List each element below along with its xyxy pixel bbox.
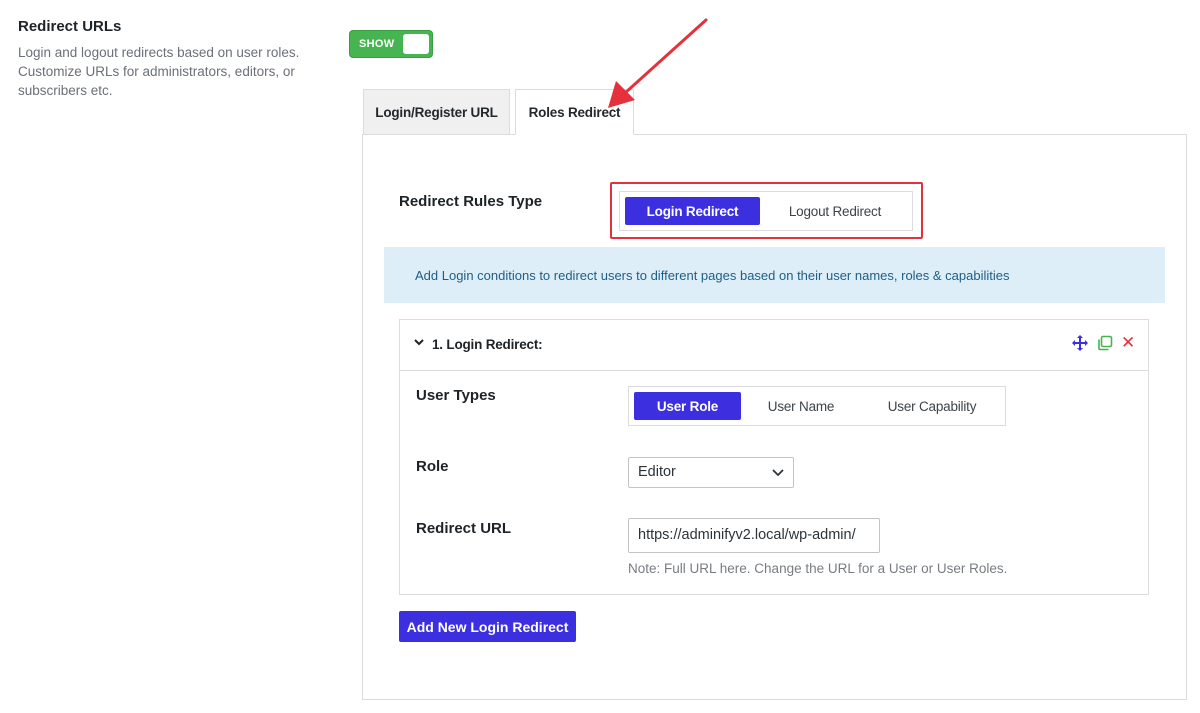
tab-login-register-url[interactable]: Login/Register URL <box>363 89 510 135</box>
select-chevron-icon <box>771 465 785 479</box>
show-toggle[interactable]: SHOW <box>349 30 433 58</box>
user-role-button[interactable]: User Role <box>634 392 741 420</box>
field-description: Login and logout redirects based on user… <box>18 45 300 98</box>
toggle-label: SHOW <box>359 38 395 50</box>
chevron-down-icon[interactable] <box>414 336 424 350</box>
redirect-url-note: Note: Full URL here. Change the URL for … <box>628 561 1008 576</box>
redirect-url-input[interactable]: https://adminifyv2.local/wp-admin/ <box>628 518 880 553</box>
copy-icon[interactable] <box>1097 335 1113 351</box>
role-select-value: Editor <box>638 464 676 480</box>
highlight-box <box>610 182 923 239</box>
role-label: Role <box>416 458 449 475</box>
rule-title: 1. Login Redirect: <box>432 337 543 352</box>
close-icon[interactable]: ✕ <box>1121 333 1135 353</box>
toggle-knob <box>403 34 429 54</box>
role-select[interactable]: Editor <box>628 457 794 488</box>
redirect-url-label: Redirect URL <box>416 520 512 537</box>
add-new-login-redirect-button[interactable]: Add New Login Redirect <box>399 611 576 642</box>
info-notice-text: Add Login conditions to redirect users t… <box>415 267 1010 283</box>
redirect-rules-type-label: Redirect Rules Type <box>399 193 543 210</box>
annotation-arrow <box>608 18 708 108</box>
info-notice: Add Login conditions to redirect users t… <box>384 247 1165 303</box>
user-types-label: User Types <box>416 387 496 404</box>
user-types-group: User Role User Name User Capability <box>628 386 1006 426</box>
field-title: Redirect URLs <box>18 18 122 35</box>
move-icon[interactable] <box>1072 335 1088 351</box>
user-name-button[interactable]: User Name <box>747 392 855 420</box>
user-capability-button[interactable]: User Capability <box>865 392 999 420</box>
